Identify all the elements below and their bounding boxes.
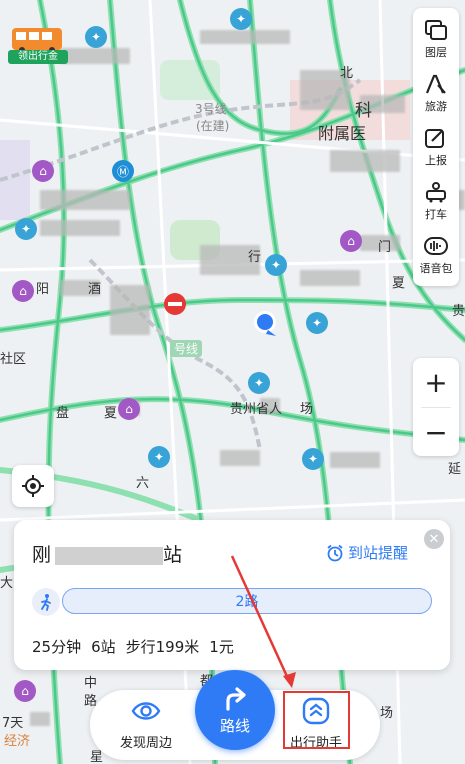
report-button[interactable]: 上报 [413,120,459,174]
map-label: 贵 [452,304,465,319]
map-label: 阳 [36,282,50,297]
taxi-label: 打车 [425,207,447,221]
map-label: 盘 [56,406,70,421]
crosshair-icon [22,475,44,497]
arrival-reminder-button[interactable]: 到站提醒 [326,542,408,563]
poi-icon[interactable]: ✦ [248,372,270,394]
arrival-reminder-label: 到站提醒 [347,544,408,562]
station-title-suffix: 站 [163,544,183,566]
map-label: 附属医 [318,124,367,143]
highlight-box [283,691,350,749]
trip-summary: 25分钟 6站 步行199米 1元 [32,636,244,657]
poi-icon[interactable]: ✦ [85,26,107,48]
taxi-button[interactable]: 打车 [413,174,459,228]
zoom-controls: + − [413,358,459,456]
map-label: 贵州省人 [230,402,283,417]
map-label: 夏 [392,276,406,291]
bus-route-pill[interactable]: 2路 [62,588,432,614]
poi-icon[interactable]: ✦ [306,312,328,334]
layers-icon [425,19,447,40]
poi-icon[interactable]: ✦ [265,254,287,276]
voice-pack-label: 语音包 [419,261,453,275]
report-label: 上报 [425,153,447,167]
walk-icon [32,588,60,616]
layers-label: 图层 [425,45,447,59]
map-label: 7天 [2,716,24,731]
map-label: 北 [340,66,354,81]
route-button[interactable]: 路线 [195,670,275,750]
nearby-label: 发现周边 [120,736,173,751]
poi-icon[interactable]: ⌂ [118,398,140,420]
metro-station-icon[interactable]: Ⓜ [112,160,134,182]
map-label: 门 [378,240,392,255]
map-label: 延 [448,462,462,477]
transit-card: 刚站 到站提醒 ✕ 2路 25分钟 6站 步行199米 1元 [14,520,450,670]
eye-icon [131,702,161,720]
trip-walk: 步行199米 [125,638,200,656]
zoom-in-button[interactable]: + [413,358,459,407]
zoom-out-button[interactable]: − [413,408,459,456]
badge-label: 领出行金 [8,50,68,64]
close-icon: ✕ [428,531,440,547]
map-label: 中 [84,676,98,691]
travel-icon [425,74,446,94]
voice-pack-icon [424,236,448,255]
map-label: 场 [380,706,394,721]
map-label: 经济 [4,734,31,749]
poi-icon[interactable]: ✦ [230,8,252,30]
map-label: 科 [355,101,372,121]
map-label: 号线 [170,340,203,357]
map-label: 酒 [88,282,102,297]
layers-button[interactable]: 图层 [413,12,459,66]
map-label: 场 [300,402,314,417]
poi-icon[interactable]: ⌂ [12,280,34,302]
trip-duration: 25分钟 [32,638,82,656]
travel-button[interactable]: 旅游 [413,66,459,120]
map-label: 六 [136,476,150,491]
trip-stops: 6站 [91,638,116,656]
poi-icon[interactable]: ✦ [302,448,324,470]
poi-icon[interactable]: ⌂ [340,230,362,252]
map-toolbar: 图层 旅游 上报 打车 语音包 [413,8,459,286]
nearby-button[interactable]: 发现周边 [120,696,172,751]
trip-fare: 1元 [209,638,234,656]
map-label: 行 [248,250,262,265]
map-label: (在建) [196,119,230,133]
route-arrow-icon [226,686,246,711]
map-label: 3号线 [195,102,227,116]
alarm-clock-icon [327,544,343,561]
taxi-icon [426,181,446,202]
close-button[interactable]: ✕ [424,529,444,549]
station-title-prefix: 刚 [32,544,52,566]
poi-icon[interactable]: ✦ [15,218,37,240]
map-label: 夏 [104,406,118,421]
travel-label: 旅游 [425,99,447,113]
report-icon [425,128,444,148]
map-label: 社区 [0,352,27,367]
map-label: 大 [0,576,14,591]
travel-gold-badge[interactable]: 领出行金 [8,26,68,66]
route-label: 路线 [219,716,250,735]
poi-icon[interactable]: ⌂ [32,160,54,182]
station-title: 刚站 [32,540,182,567]
locate-button[interactable] [12,465,54,507]
poi-icon[interactable]: ⌂ [14,680,36,702]
voice-pack-button[interactable]: 语音包 [413,228,459,282]
redacted-text [55,546,164,565]
poi-icon[interactable]: ✦ [148,446,170,468]
